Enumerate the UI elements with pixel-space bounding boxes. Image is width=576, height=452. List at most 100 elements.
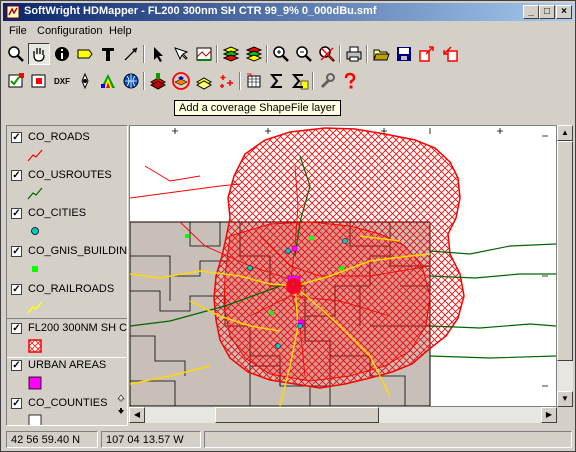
toolbar-separator: [312, 72, 314, 90]
legend-item-co-railroads[interactable]: ✓ CO_RAILROADS: [7, 280, 127, 318]
layer-name: CO_USROUTES: [28, 169, 112, 181]
status-message: [204, 431, 572, 448]
export-icon[interactable]: [416, 43, 438, 65]
legend-move-down-icon[interactable]: [117, 407, 125, 415]
road-line-symbol-icon: [27, 149, 43, 162]
legend-item-co-usroutes[interactable]: ✓ CO_USROUTES: [7, 166, 127, 204]
help-question-icon[interactable]: [339, 70, 361, 92]
legend-item-co-counties[interactable]: ✓ CO_COUNTIES: [7, 394, 127, 425]
window-title: SoftWright HDMapper - FL200 300nm SH CTR…: [24, 5, 377, 17]
toolbar-separator: [239, 72, 241, 90]
scroll-up-icon[interactable]: ▲: [557, 125, 573, 141]
status-longitude: 107 04 13.57 W: [101, 431, 201, 448]
toolbar-separator: [366, 45, 368, 63]
text-tool-icon[interactable]: [97, 43, 119, 65]
scroll-right-icon[interactable]: ▶: [541, 407, 557, 423]
layer-checkbox[interactable]: ✓: [11, 323, 22, 334]
status-latitude: 42 56 59.40 N: [6, 431, 98, 448]
layer-checkbox[interactable]: ✓: [11, 360, 22, 371]
scroll-down-icon[interactable]: ▼: [557, 391, 573, 407]
maximize-button[interactable]: □: [539, 5, 555, 19]
layer-name: CO_ROADS: [28, 131, 90, 143]
map-canvas[interactable]: [129, 125, 557, 407]
legend-item-coverage[interactable]: ✓ FL200 300NM SH CTR: [7, 318, 127, 358]
app-icon: [6, 5, 20, 19]
legend-item-urban-areas[interactable]: ✓ URBAN AREAS: [7, 356, 127, 394]
tooltip: Add a coverage ShapeFile layer: [174, 100, 341, 116]
dxf-icon[interactable]: DXF: [51, 70, 73, 92]
horizontal-scroll-thumb[interactable]: [215, 407, 379, 423]
add-shapefile-icon[interactable]: [147, 70, 169, 92]
layer-legend: ✓ CO_ROADS ✓ CO_USROUTES ✓ CO_CITIES ✓ C…: [6, 125, 128, 426]
layer-name: CO_COUNTIES: [28, 397, 108, 409]
vertical-scroll-thumb[interactable]: [557, 141, 573, 361]
city-point-symbol-icon: [31, 227, 39, 235]
legend-item-co-gnis-buildings[interactable]: ✓ CO_GNIS_BUILDINGS: [7, 242, 127, 280]
menu-help[interactable]: Help: [109, 25, 132, 37]
measure-line-icon[interactable]: [120, 43, 142, 65]
zoom-out-icon[interactable]: [293, 43, 315, 65]
horizontal-scrollbar[interactable]: ◀ ▶: [129, 407, 557, 423]
node-edit-icon[interactable]: [170, 43, 192, 65]
route-line-symbol-icon: [27, 187, 43, 200]
layer-name: URBAN AREAS: [28, 359, 107, 371]
layer-name: CO_RAILROADS: [28, 283, 115, 295]
center-site: [286, 278, 302, 294]
dxf-label: DXF: [54, 76, 70, 86]
checklist-icon[interactable]: [5, 70, 27, 92]
database-icon[interactable]: [28, 70, 50, 92]
legend-item-co-roads[interactable]: ✓ CO_ROADS: [7, 128, 127, 166]
scroll-left-icon[interactable]: ◀: [129, 407, 145, 423]
legend-item-co-cities[interactable]: ✓ CO_CITIES: [7, 204, 127, 242]
layer-checkbox[interactable]: ✓: [11, 246, 22, 257]
globe-icon[interactable]: [120, 70, 142, 92]
print-icon[interactable]: [343, 43, 365, 65]
sum-yellow-icon[interactable]: [289, 70, 311, 92]
menu-configuration[interactable]: Configuration: [37, 25, 102, 37]
layer-checkbox[interactable]: ✓: [11, 170, 22, 181]
vertical-scrollbar[interactable]: ▲ ▼: [557, 125, 573, 407]
toolbar-separator: [216, 45, 218, 63]
layer-checkbox[interactable]: ✓: [11, 208, 22, 219]
sum-icon[interactable]: [266, 70, 288, 92]
save-icon[interactable]: [393, 43, 415, 65]
layer-checkbox[interactable]: ✓: [11, 398, 22, 409]
toolbar-separator: [339, 45, 341, 63]
menu-file[interactable]: File: [9, 25, 27, 37]
layers-icon[interactable]: [220, 43, 242, 65]
zoom-extents-icon[interactable]: [316, 43, 338, 65]
coverage-hatch-symbol-icon: [28, 339, 42, 353]
urban-area-symbol-icon: [28, 376, 42, 390]
add-coverage-shapefile-icon[interactable]: [170, 70, 192, 92]
legend-move-up-icon[interactable]: [117, 394, 125, 402]
label-icon[interactable]: [74, 43, 96, 65]
wrench-icon[interactable]: [316, 70, 338, 92]
toolbar-separator: [266, 45, 268, 63]
layer-name: CO_GNIS_BUILDINGS: [28, 245, 128, 257]
info-icon[interactable]: [51, 43, 73, 65]
hand-pan-icon[interactable]: [28, 43, 50, 65]
menu-bar: File Configuration Help: [3, 22, 573, 40]
open-folder-icon[interactable]: [370, 43, 392, 65]
zoom-icon[interactable]: [5, 43, 27, 65]
table-icon[interactable]: [243, 70, 265, 92]
map-area-icon[interactable]: [193, 43, 215, 65]
status-bar: 42 56 59.40 N 107 04 13.57 W: [3, 429, 573, 449]
zoom-in-icon[interactable]: [270, 43, 292, 65]
topo-color-icon[interactable]: [97, 70, 119, 92]
building-point-symbol-icon: [32, 266, 38, 272]
toolbar-layers: DXF: [3, 69, 573, 93]
layer-checkbox[interactable]: ✓: [11, 132, 22, 143]
close-button[interactable]: ×: [556, 5, 572, 19]
scroll-corner: [557, 407, 573, 423]
select-arrow-icon[interactable]: [147, 43, 169, 65]
sparkle-points-icon[interactable]: [216, 70, 238, 92]
layer-name: CO_CITIES: [28, 207, 87, 219]
minimize-button[interactable]: _: [523, 5, 539, 19]
layer-yellow-icon[interactable]: [193, 70, 215, 92]
toolbar-main: [3, 42, 573, 66]
compass-icon[interactable]: [74, 70, 96, 92]
layers-alt-icon[interactable]: [243, 43, 265, 65]
import-icon[interactable]: [439, 43, 461, 65]
layer-checkbox[interactable]: ✓: [11, 284, 22, 295]
